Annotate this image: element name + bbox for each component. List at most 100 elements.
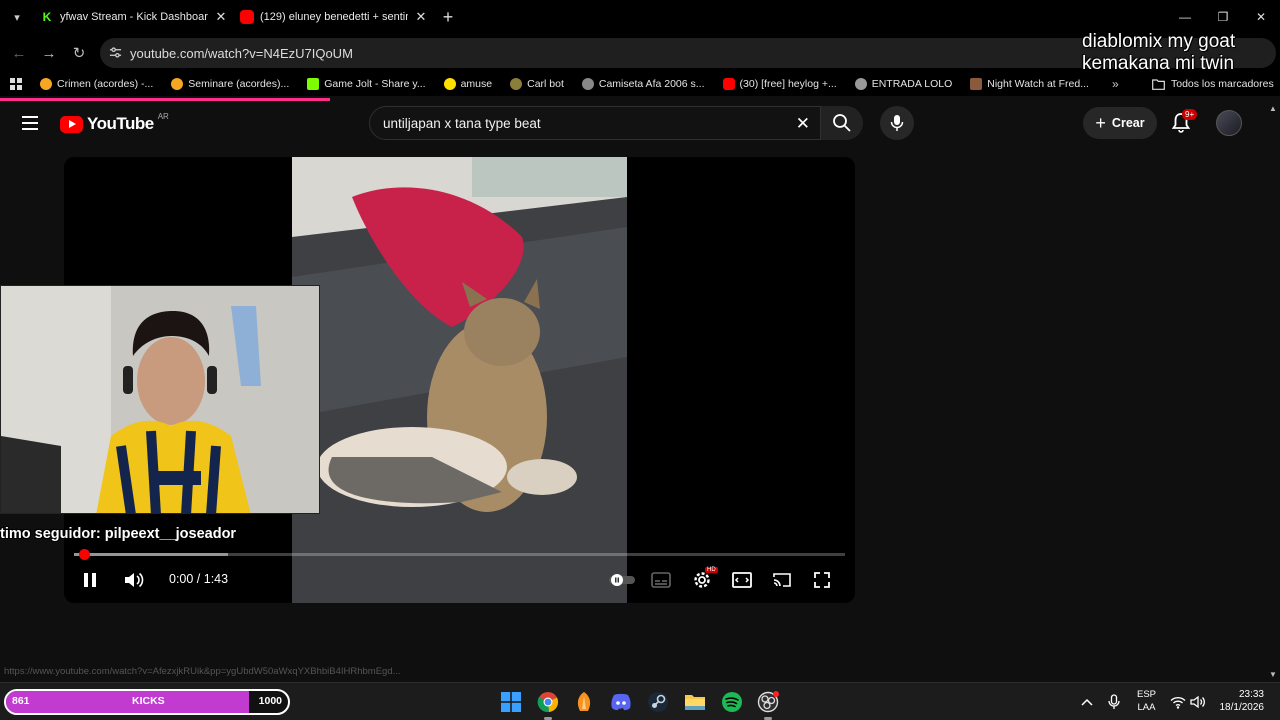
country-code: AR [157,111,169,121]
back-button[interactable]: ← [4,38,34,68]
link-preview-status: https://www.youtube.com/watch?v=AfezxjkR… [0,664,405,679]
forward-button[interactable]: → [34,38,64,68]
microphone-tray[interactable] [1108,683,1120,720]
gear-icon [694,572,710,588]
close-icon[interactable]: ✕ [414,9,428,25]
globe-icon [854,78,867,90]
autoplay-toggle[interactable] [608,567,636,593]
last-follower-label: timo seguidor: pilpeext__joseador [0,526,237,542]
overlay-line: kemakana mi twin [1082,53,1235,74]
tab-title: yfwav Stream - Kick Dashboard [60,11,208,23]
avatar[interactable] [1216,110,1242,136]
fullscreen-icon [814,572,830,588]
time-display: 0:00 / 1:43 [169,572,229,586]
keyboard-layout: LAA [1137,702,1156,713]
progress-bar[interactable] [74,549,845,560]
notifications-badge: 9+ [1182,109,1198,120]
bookmark-icon [307,78,320,90]
settings-button[interactable]: HD [690,567,718,593]
taskbar-discord[interactable] [609,690,633,714]
bookmark-icon [171,78,184,90]
bookmark-icon [40,78,52,90]
bookmarks-bar: Crimen (acordes) -... Seminare (acordes)… [0,72,1280,96]
bookmark-item[interactable]: Carl bot [501,78,573,90]
subtitles-icon [651,572,671,588]
tab-youtube[interactable]: (129) eluney benedetti + sentin ✕ [234,0,434,34]
bookmark-item[interactable]: Camiseta Afa 2006 s... [573,78,714,90]
site-settings-icon[interactable] [109,46,122,59]
fl-studio-icon [577,692,591,711]
close-icon[interactable]: ✕ [214,9,228,25]
bookmark-label: ENTRADA LOLO [871,78,953,90]
bookmark-item[interactable]: Night Watch at Fred... [961,78,1098,90]
windows-start-icon [501,692,521,712]
obs-icon [757,691,779,713]
close-window-button[interactable]: ✕ [1242,0,1280,34]
minimize-button[interactable]: — [1166,0,1204,34]
restore-button[interactable]: ❐ [1204,0,1242,34]
screen: ▾ K yfwav Stream - Kick Dashboard ✕ (129… [0,0,1280,720]
search-input[interactable]: untiljapan x tana type beat ✕ [369,106,821,140]
chrome-icon [537,692,559,713]
webcam-overlay [0,285,320,514]
progress-buffered [74,553,229,556]
discord-icon [611,693,631,711]
scroll-up-arrow-icon[interactable]: ▲ [1269,104,1277,113]
tab-kick-dashboard[interactable]: K yfwav Stream - Kick Dashboard ✕ [34,0,234,34]
scroll-down-arrow-icon[interactable]: ▼ [1269,670,1277,679]
wifi-tray[interactable] [1170,683,1186,720]
voice-search-button[interactable] [880,106,914,140]
tab-search-chevron-icon[interactable]: ▾ [0,0,34,34]
language-code: ESP [1137,689,1157,700]
volume-tray[interactable] [1190,683,1206,720]
theater-mode-button[interactable] [730,567,754,593]
start-button[interactable] [499,690,523,714]
all-bookmarks-button[interactable]: Todos los marcadores [1152,72,1274,96]
bookmark-item[interactable]: ENTRADA LOLO [846,78,962,90]
progress-scrubber[interactable] [79,549,90,560]
youtube-icon [722,78,735,90]
bookmark-item[interactable]: Crimen (acordes) -... [31,78,162,90]
taskbar-fl-studio[interactable] [572,690,596,714]
new-tab-button[interactable]: + [434,7,462,28]
youtube-logo[interactable]: YouTube AR [60,111,169,134]
search-button[interactable] [821,106,863,140]
bookmark-item[interactable]: (30) [free] heylog +... [714,78,846,90]
clear-search-icon[interactable]: ✕ [796,114,810,134]
bookmark-item[interactable]: Seminare (acordes)... [162,78,298,90]
pause-button[interactable] [80,567,100,593]
subtitles-button[interactable] [650,567,672,593]
bookmark-icon [510,78,523,90]
show-hidden-icons-button[interactable] [1081,683,1093,720]
input-language-indicator[interactable]: ESP LAA [1137,688,1156,714]
apps-grid-icon[interactable] [0,78,31,90]
quality-badge: HD [705,567,718,573]
kicks-goal-bar: 861 KICKS 1000 [4,689,290,715]
menu-icon[interactable] [22,116,38,130]
create-button[interactable]: + Crear [1083,107,1157,139]
autoplay-toggle-icon [609,574,635,586]
bookmark-item[interactable]: Game Jolt - Share y... [298,78,434,90]
taskbar-steam[interactable] [646,690,670,714]
taskbar-obs[interactable] [756,690,780,720]
bookmark-label: Carl bot [527,78,564,90]
fullscreen-button[interactable] [810,567,834,593]
bookmark-item[interactable]: amuse [435,78,502,90]
stream-text-overlay: diablomix my goat kemakana mi twin [1082,31,1278,75]
windows-taskbar: 861 KICKS 1000 ESP LAA 23:33 18/1/2026 [0,682,1280,720]
volume-button[interactable] [122,567,146,593]
system-clock[interactable]: 23:33 18/1/2026 [1214,688,1265,714]
taskbar-file-explorer[interactable] [683,690,707,714]
kicks-goal: 1000 [258,695,282,707]
cast-button[interactable] [770,567,794,593]
wifi-icon [1170,696,1186,709]
bookmarks-overflow-button[interactable]: » [1112,72,1119,96]
chevron-up-icon [1081,698,1093,706]
reload-button[interactable]: ↻ [64,38,94,68]
taskbar-spotify[interactable] [720,690,744,714]
create-label: Crear [1111,116,1145,130]
taskbar-chrome[interactable] [536,690,560,720]
youtube-header: YouTube AR untiljapan x tana type beat ✕… [0,101,1268,147]
window-controls: — ❐ ✕ [1166,0,1280,34]
speaker-icon [1190,695,1205,709]
